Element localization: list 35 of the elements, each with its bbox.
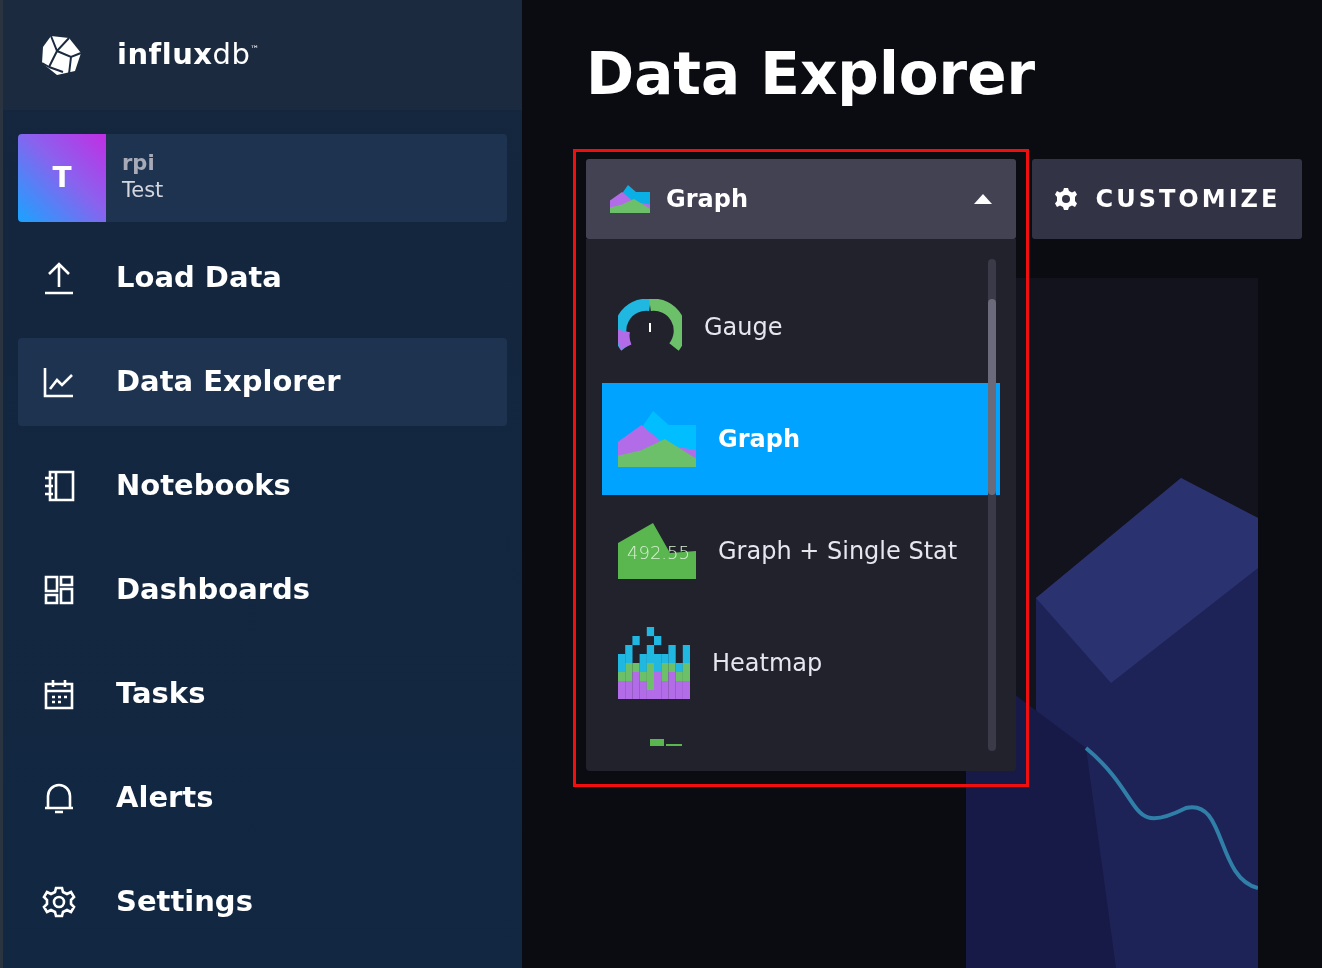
area-graph-icon [610, 184, 650, 213]
page-title: Data Explorer [586, 40, 1036, 110]
settings-icon [1053, 186, 1078, 211]
heatmap-icon [618, 626, 690, 699]
nav-item[interactable]: Alerts [18, 754, 507, 842]
notebook-icon [42, 469, 76, 503]
stat-graph-icon: 492.55 [618, 522, 696, 579]
scrollbar-track[interactable] [988, 258, 996, 751]
account-name: rpi [122, 150, 155, 177]
area-graph-icon [618, 410, 696, 467]
customize-button[interactable]: CUSTOMIZE [1032, 158, 1302, 239]
org-avatar: T [18, 134, 106, 222]
nav-item[interactable]: Settings [18, 858, 507, 946]
bell-icon [42, 781, 76, 815]
scrollbar-thumb[interactable] [988, 298, 996, 495]
nav-item[interactable]: Data Explorer [18, 338, 507, 426]
menu-option[interactable]: Heatmap [602, 606, 1000, 719]
nav-item[interactable]: Load Data [18, 234, 507, 322]
visualization-type-dropdown[interactable]: Graph [586, 158, 1016, 239]
calendar-icon [42, 677, 76, 711]
menu-option[interactable]: Gauge [602, 270, 1000, 383]
menu-option[interactable]: 492.55 Graph + Single Stat [602, 494, 1000, 607]
dashboard-icon [42, 573, 76, 607]
upload-icon [42, 261, 76, 295]
settings-icon [42, 885, 76, 919]
chart-icon [42, 365, 76, 399]
caret-up-icon [974, 193, 992, 204]
nav-item[interactable]: Tasks [18, 650, 507, 738]
nav-item[interactable]: Dashboards [18, 546, 507, 634]
logo-text: influxdb$^{™}$ [117, 36, 260, 74]
org-switcher[interactable]: T rpi Test [18, 134, 507, 222]
logo-icon [39, 33, 83, 77]
org-name: Test [122, 177, 164, 205]
nav-item[interactable]: Notebooks [18, 442, 507, 530]
bar-chart-icon [650, 738, 682, 747]
